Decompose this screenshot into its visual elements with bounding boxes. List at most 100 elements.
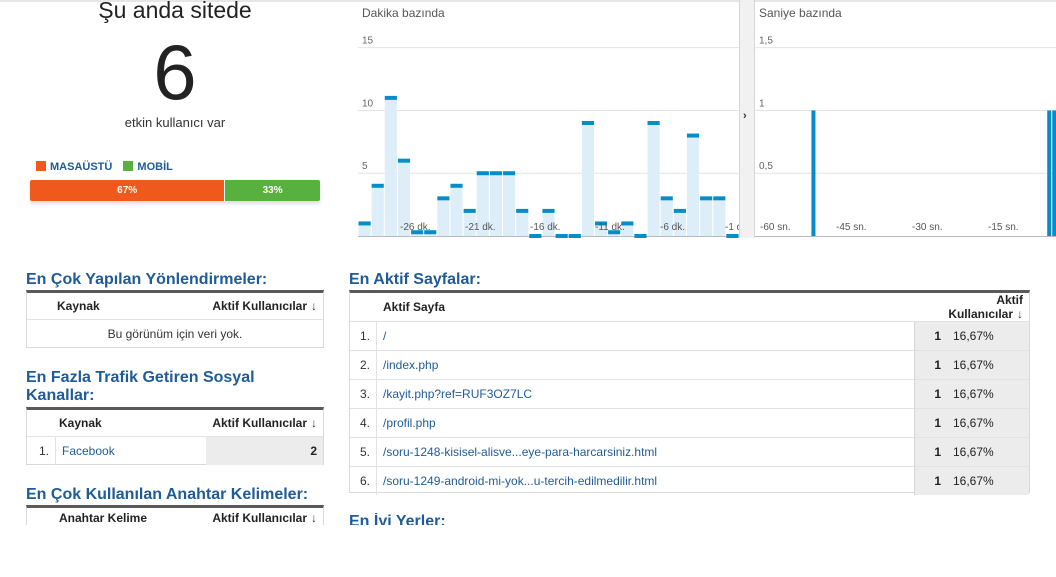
referrals-title: En Çok Yapılan Yönlendirmeler: bbox=[26, 271, 268, 288]
x-tick-label: -11 dk. bbox=[595, 222, 625, 233]
row-users: 2 bbox=[206, 436, 323, 465]
table-row: 6. /soru-1249-android-mi-yok...u-tercih-e… bbox=[350, 466, 1029, 495]
keywords-table: Anahtar Kelime Aktif Kullanıcılar ↓ bbox=[26, 505, 324, 525]
col-keyword: Anahtar Kelime bbox=[59, 511, 148, 525]
bar-cap bbox=[437, 196, 450, 201]
bar-cap bbox=[700, 196, 713, 201]
row-percent: 16,67% bbox=[947, 321, 1029, 351]
bar bbox=[1047, 110, 1052, 236]
x-tick-label: -26 dk. bbox=[400, 222, 431, 233]
row-number: 3. bbox=[350, 379, 377, 409]
bar-cap bbox=[503, 171, 516, 176]
y-tick-label: 1 bbox=[759, 98, 765, 109]
device-legend: MASAÜSTÜ MOBİL bbox=[36, 161, 181, 173]
col-active-users[interactable]: Aktif Kullanıcılar ↓ bbox=[146, 293, 323, 320]
row-percent: 16,67% bbox=[947, 408, 1029, 438]
row-source: Facebook bbox=[55, 436, 206, 465]
active-user-count: 6 bbox=[153, 28, 197, 116]
legend-mobile: MOBİL bbox=[123, 161, 173, 173]
row-number: 4. bbox=[350, 408, 377, 438]
bar-fill bbox=[503, 173, 516, 236]
row-users: 1 bbox=[914, 321, 947, 351]
table-row: 2. /index.php 1 16,67% bbox=[350, 350, 1029, 380]
pages-title: En Aktif Sayfalar: bbox=[349, 271, 481, 288]
row-number: 1. bbox=[27, 436, 56, 465]
row-page: /index.php bbox=[376, 350, 915, 380]
row-percent: 16,67% bbox=[947, 379, 1029, 409]
social-table: Kaynak Aktif Kullanıcılar ↓ 1. Facebook 2 bbox=[26, 407, 324, 465]
y-tick-label: 5 bbox=[362, 161, 368, 172]
referrals-table: Kaynak Aktif Kullanıcılar ↓ Bu görünüm iç… bbox=[26, 290, 324, 348]
locations-title: En İyi Yerler: bbox=[349, 513, 446, 525]
x-tick-label: -15 sn. bbox=[988, 222, 1019, 233]
social-title: En Fazla Trafik Getiren Sosyal Kanallar: bbox=[26, 369, 255, 404]
sort-down-icon: ↓ bbox=[311, 511, 317, 525]
bar-cap bbox=[384, 95, 397, 100]
bar-cap bbox=[634, 234, 647, 238]
bar-cap bbox=[516, 208, 529, 213]
second-chart: 0,5 1 1,5 -60 sn. -45 sn. -30 sn. -15 sn. Sani… bbox=[755, 0, 1056, 238]
row-users: 1 bbox=[914, 437, 947, 467]
bar-fill bbox=[450, 185, 463, 236]
bar-cap bbox=[476, 171, 489, 176]
y-tick-label: 10 bbox=[362, 98, 374, 109]
second-chart-svg: 0,5 1 1,5 -60 sn. -45 sn. -30 sn. -15 sn. bbox=[755, 36, 1056, 237]
bar-cap bbox=[660, 196, 673, 201]
y-tick-label: 1,5 bbox=[759, 36, 773, 47]
bar-cap bbox=[463, 208, 476, 213]
row-number: 5. bbox=[350, 437, 377, 467]
bar-cap bbox=[673, 208, 686, 213]
page-link[interactable]: /index.php bbox=[383, 358, 438, 372]
page-link[interactable]: /profil.php bbox=[383, 416, 436, 430]
page-link[interactable]: /soru-1248-kisisel-alisve...eye-para-har… bbox=[383, 445, 657, 459]
row-page: /profil.php bbox=[376, 408, 915, 438]
bar-cap bbox=[726, 234, 739, 238]
x-tick-label: -60 sn. bbox=[760, 222, 791, 233]
row-number: 2. bbox=[350, 350, 377, 380]
chevron-right-icon: › bbox=[743, 110, 747, 122]
row-users: 1 bbox=[914, 350, 947, 380]
y-tick-label: 15 bbox=[362, 36, 374, 47]
page-link[interactable]: / bbox=[383, 329, 386, 343]
row-percent: 16,67% bbox=[947, 466, 1029, 495]
x-tick-label: -1 dk. bbox=[725, 222, 739, 233]
sort-down-icon: ↓ bbox=[311, 416, 317, 430]
bar bbox=[1052, 110, 1056, 236]
bar-cap bbox=[358, 221, 371, 226]
table-row: 5. /soru-1248-kisisel-alisve...eye-para-h… bbox=[350, 437, 1029, 467]
minute-chart: 5 10 15 -26 dk. -21 dk. -16 dk. -11 dk. -6 dk. -… bbox=[358, 0, 739, 238]
y-tick-label: 0,5 bbox=[759, 161, 773, 172]
row-users: 1 bbox=[914, 408, 947, 438]
bar-fill bbox=[647, 123, 660, 236]
table-row: 1. / 1 16,67% bbox=[350, 321, 1029, 351]
bar-fill bbox=[371, 185, 384, 236]
active-pages-table: Aktif Sayfa Aktif Kullanıcılar ↓ 1./1 16,6… bbox=[349, 290, 1030, 495]
page-link[interactable]: /soru-1249-android-mi-yok...u-tercih-edi… bbox=[383, 474, 657, 488]
bar-cap bbox=[647, 121, 660, 125]
mobile-swatch bbox=[123, 161, 134, 171]
bar-cap bbox=[371, 183, 384, 188]
row-percent: 16,67% bbox=[947, 437, 1029, 467]
empty-message: Bu görünüm için veri yok. bbox=[27, 319, 323, 348]
chart-divider-handle[interactable]: › bbox=[739, 0, 755, 238]
bar-cap bbox=[489, 171, 503, 176]
page-link[interactable]: /kayit.php?ref=RUF3OZ7LC bbox=[383, 387, 532, 401]
col-active-page: Aktif Sayfa bbox=[383, 300, 446, 314]
legend-desktop: MASAÜSTÜ bbox=[36, 161, 112, 173]
col-active-users[interactable]: Aktif Kullanıcılar ↓ bbox=[206, 410, 323, 437]
col-active-users[interactable]: Aktif Kullanıcılar ↓ bbox=[181, 508, 323, 525]
bar-cap bbox=[568, 234, 581, 238]
desktop-share-segment: 67% bbox=[30, 180, 225, 201]
row-page: / bbox=[376, 321, 915, 351]
keywords-title: En Çok Kullanılan Anahtar Kelimeler: bbox=[26, 486, 309, 503]
row-page: /soru-1249-android-mi-yok...u-tercih-edi… bbox=[376, 466, 915, 495]
bar-fill bbox=[437, 198, 450, 236]
source-link[interactable]: Facebook bbox=[62, 444, 115, 458]
sort-down-icon: ↓ bbox=[1017, 307, 1023, 321]
col-active-users[interactable]: Aktif Kullanıcılar ↓ bbox=[915, 293, 1030, 322]
device-share-bar: 67% 33% bbox=[30, 180, 320, 201]
bar-cap bbox=[397, 158, 411, 163]
row-number: 1. bbox=[350, 321, 377, 351]
x-tick-label: -16 dk. bbox=[530, 222, 561, 233]
summary-caption: etkin kullanıcı var bbox=[124, 115, 226, 130]
